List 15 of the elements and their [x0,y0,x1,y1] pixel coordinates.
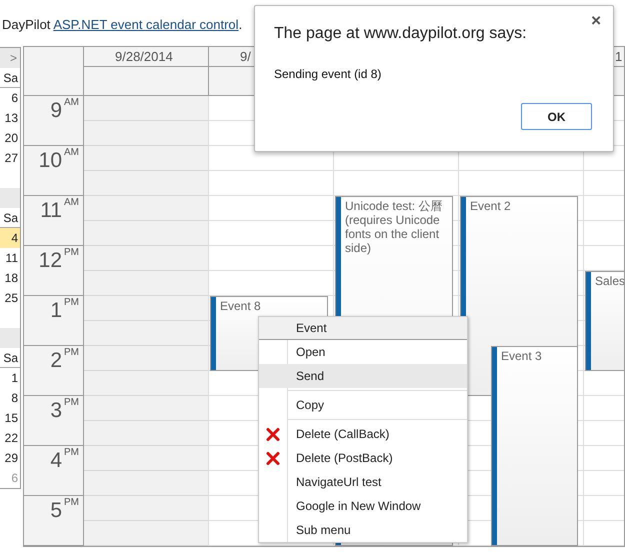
hour-label: 9$^{AM}$ [24,96,84,146]
hour-label: 5$^{PM}$ [24,496,84,546]
hour-label: 3$^{PM}$ [24,396,84,446]
hour-label: 1$^{PM}$ [24,296,84,346]
hour-label: 2$^{PM}$ [24,346,84,396]
dialog-message: Sending event (id 8) [274,66,382,83]
hour-label: 4$^{PM}$ [24,446,84,496]
weekday-header: Sa [0,348,20,368]
hour-label: 12$^{PM}$ [24,246,84,296]
hour-label: 10$^{AM}$ [24,146,84,196]
hour-label: 11$^{AM}$ [24,196,84,246]
dialog-title: The page at www.daypilot.org says: [274,24,527,44]
menu-header: Event [259,317,467,340]
weekday-header: Sa [0,68,20,88]
date-header: 9/28/2014 [84,47,209,67]
